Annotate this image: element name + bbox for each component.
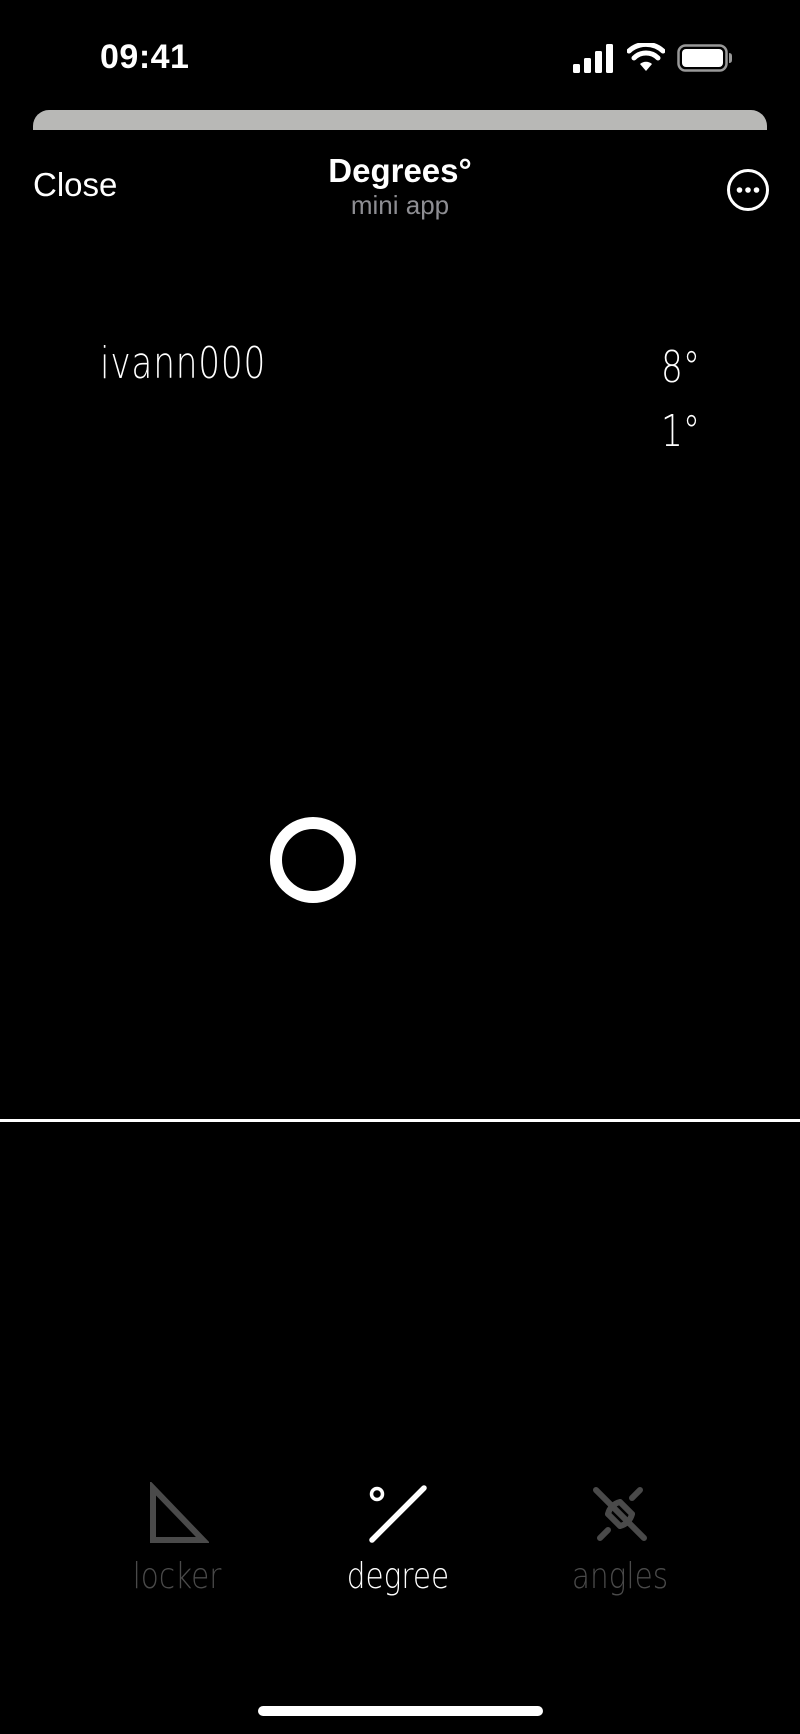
username: ivann000 — [100, 338, 267, 389]
header-title-group: Degrees° mini app — [250, 152, 550, 220]
degree-slash-icon — [369, 1485, 427, 1543]
battery-icon — [677, 44, 732, 72]
sheet-mask — [0, 130, 800, 150]
cellular-signal-icon — [573, 44, 613, 73]
tab-angles[interactable]: angles — [540, 1482, 700, 1597]
tab-label: locker — [132, 1556, 222, 1597]
level-bubble-ring — [270, 817, 356, 903]
triangle-ruler-icon — [150, 1482, 209, 1543]
home-indicator[interactable] — [258, 1706, 543, 1716]
wifi-icon — [627, 43, 665, 71]
degree-readouts: 8° 1° — [650, 336, 700, 464]
crossed-lines-icon — [593, 1487, 647, 1541]
more-options-icon[interactable] — [726, 168, 770, 212]
close-button[interactable]: Close — [33, 166, 117, 204]
status-bar: 09:41 — [0, 0, 800, 112]
degree-primary: 8° — [661, 342, 700, 393]
tab-label: degree — [346, 1556, 450, 1597]
tab-label: angles — [571, 1556, 669, 1597]
status-time: 09:41 — [100, 38, 190, 76]
tab-degree[interactable]: degree — [318, 1482, 478, 1597]
degree-secondary: 1° — [661, 406, 700, 457]
sheet-background-edge — [33, 110, 767, 132]
horizon-line — [0, 1119, 800, 1122]
app-subtitle: mini app — [350, 190, 450, 220]
tab-locker[interactable]: locker — [97, 1482, 257, 1597]
app-title: Degrees° — [328, 152, 472, 189]
